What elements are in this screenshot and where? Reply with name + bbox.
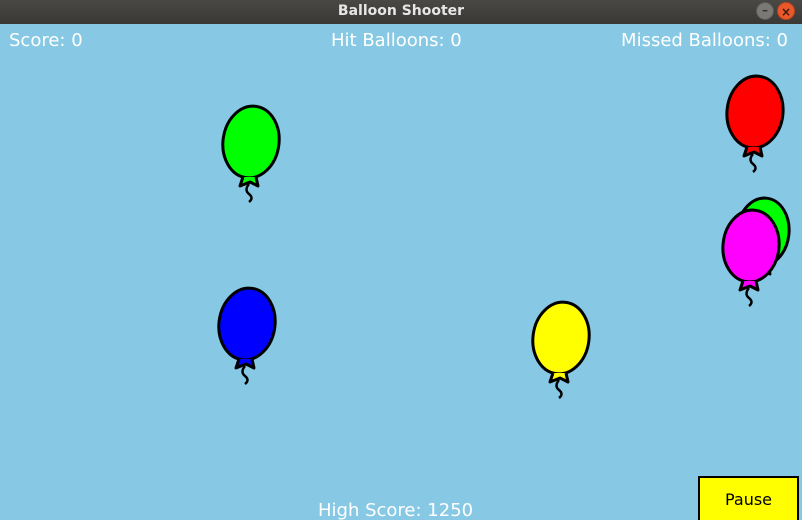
balloon-magenta[interactable] [718,206,784,308]
hit-balloons-label: Hit Balloons: 0 [331,30,462,51]
balloon-yellow[interactable] [528,298,594,400]
game-window: Balloon Shooter – × Score: 0 Hit Balloon… [0,0,802,520]
high-score-label: High Score: 1250 [318,500,474,520]
missed-balloons-label: Missed Balloons: 0 [621,30,788,51]
balloon-green[interactable] [218,102,284,204]
close-icon[interactable]: × [777,2,795,20]
game-canvas[interactable]: Score: 0 Hit Balloons: 0 Missed Balloons… [0,24,802,520]
balloon-blue[interactable] [214,284,280,386]
window-title: Balloon Shooter [337,3,465,19]
minimize-icon[interactable]: – [756,2,774,20]
pause-button[interactable]: Pause [698,476,799,520]
score-label: Score: 0 [9,30,83,51]
window-titlebar: Balloon Shooter – × [0,0,802,24]
balloon-red[interactable] [722,72,788,174]
